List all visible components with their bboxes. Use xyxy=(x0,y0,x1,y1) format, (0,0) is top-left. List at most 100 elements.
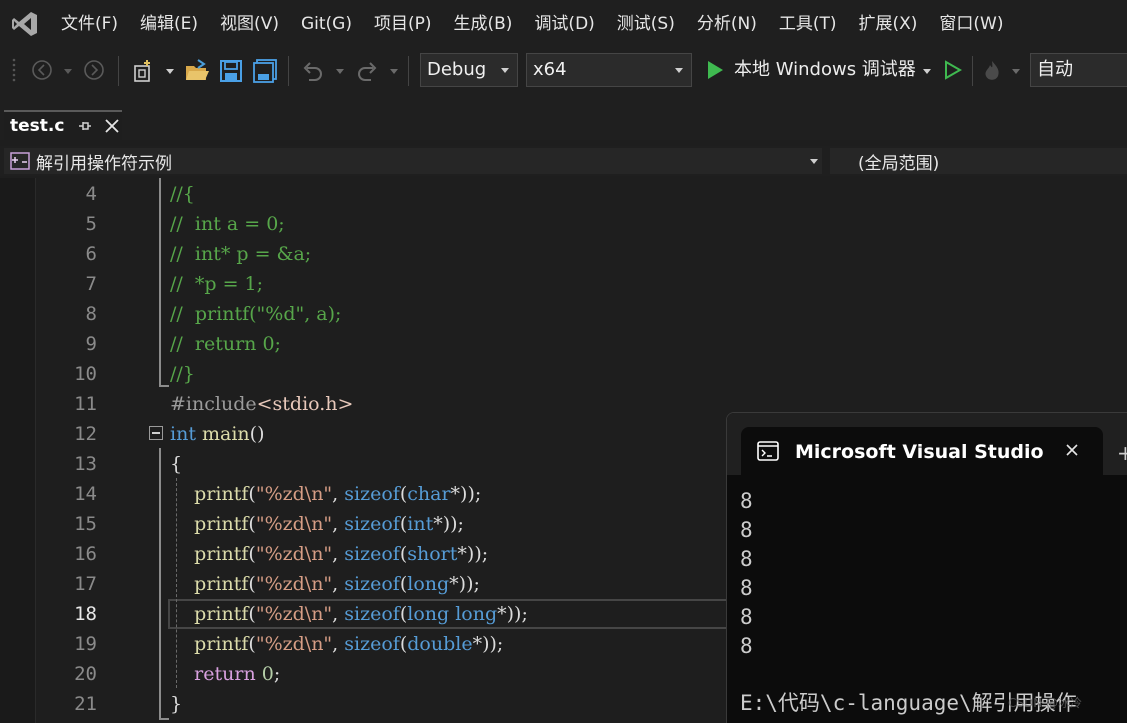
save-all-icon[interactable] xyxy=(252,57,278,85)
toolbar-grip-icon[interactable] xyxy=(10,56,18,86)
collapse-function-icon[interactable] xyxy=(149,426,163,440)
code-token: ( xyxy=(248,573,256,595)
start-debugging-icon[interactable] xyxy=(704,58,726,82)
close-tab-icon[interactable] xyxy=(104,118,120,134)
code-text[interactable]: printf("%zd\n", sizeof(int*)); xyxy=(170,509,464,539)
code-token: "%zd\n" xyxy=(255,483,333,505)
visual-studio-logo-icon[interactable] xyxy=(0,0,50,48)
console-tab[interactable]: Microsoft Visual Studio xyxy=(741,427,1103,475)
line-number: 15 xyxy=(74,513,97,535)
code-line[interactable]: 4 //{ xyxy=(0,179,1127,209)
navigate-forward-icon[interactable] xyxy=(82,58,106,82)
menu-view[interactable]: 视图(V) xyxy=(209,0,290,48)
code-line[interactable]: 10 //} xyxy=(0,359,1127,389)
solution-configuration-combo[interactable]: Debug xyxy=(420,53,518,87)
line-number: 13 xyxy=(74,453,97,475)
code-text[interactable]: // return 0; xyxy=(170,329,281,359)
comment-block-guide xyxy=(159,178,161,387)
pin-tab-icon[interactable] xyxy=(78,119,92,133)
code-text[interactable]: //} xyxy=(170,359,195,389)
configuration-value: Debug xyxy=(427,59,487,80)
code-token: printf xyxy=(194,483,249,505)
menu-project[interactable]: 项目(P) xyxy=(363,0,443,48)
code-text[interactable]: printf("%zd\n", sizeof(char*)); xyxy=(170,479,481,509)
code-text[interactable]: //{ xyxy=(170,179,195,209)
undo-icon[interactable] xyxy=(298,57,326,85)
chevron-down-icon xyxy=(501,68,509,73)
toolbar-separator xyxy=(118,56,119,86)
menu-extensions[interactable]: 扩展(X) xyxy=(848,0,929,48)
menu-file[interactable]: 文件(F) xyxy=(50,0,129,48)
menu-analyze[interactable]: 分析(N) xyxy=(686,0,768,48)
standard-toolbar: Debug x64 本地 Windows 调试器 自动 xyxy=(0,48,1127,94)
hot-reload-dropdown-caret-icon[interactable] xyxy=(1012,69,1020,74)
console-output-line: 8 xyxy=(740,576,753,600)
solution-platform-combo[interactable]: x64 xyxy=(526,53,692,87)
menu-debug[interactable]: 调试(D) xyxy=(523,0,605,48)
new-project-icon[interactable] xyxy=(130,57,158,85)
code-token: 0 xyxy=(261,663,274,685)
line-number: 12 xyxy=(74,423,97,445)
member-scope-dropdown[interactable]: (全局范围) xyxy=(830,148,1127,174)
code-token: *)); xyxy=(472,633,504,655)
scope-dropdown[interactable]: 解引用操作符示例 xyxy=(4,148,822,174)
code-text[interactable]: return 0; xyxy=(170,659,280,689)
new-console-tab-icon[interactable]: + xyxy=(1117,441,1127,465)
tab-test-c[interactable]: test.c xyxy=(4,110,122,140)
code-text[interactable]: printf("%zd\n", sizeof(double*)); xyxy=(170,629,503,659)
close-console-tab-icon[interactable] xyxy=(1061,439,1083,461)
save-icon[interactable] xyxy=(218,57,244,85)
menu-build[interactable]: 生成(B) xyxy=(443,0,524,48)
code-token: *)); xyxy=(449,573,480,595)
code-text[interactable]: printf("%zd\n", sizeof(long long*)); xyxy=(170,599,528,629)
code-token: , xyxy=(332,603,345,625)
code-token: return xyxy=(194,663,256,685)
code-line[interactable]: 8 // printf("%d", a); xyxy=(0,299,1127,329)
code-text[interactable]: } xyxy=(170,689,182,719)
hot-reload-icon[interactable] xyxy=(980,57,1004,85)
open-file-icon[interactable] xyxy=(184,57,210,85)
start-debugger-button[interactable]: 本地 Windows 调试器 xyxy=(734,58,916,82)
console-titlebar[interactable]: Microsoft Visual Studio + xyxy=(727,413,1127,475)
start-without-debugging-icon[interactable] xyxy=(942,58,964,82)
code-text[interactable]: // int a = 0; xyxy=(170,209,285,239)
code-token: , xyxy=(332,573,345,595)
code-line[interactable]: 9 // return 0; xyxy=(0,329,1127,359)
menu-git[interactable]: Git(G) xyxy=(290,0,363,48)
redo-icon[interactable] xyxy=(354,57,382,85)
debug-console-window[interactable]: Microsoft Visual Studio + 8 8 8 8 8 8 E:… xyxy=(726,412,1127,723)
code-token: long long xyxy=(407,603,498,625)
back-dropdown-caret-icon[interactable] xyxy=(64,69,72,74)
code-token: "%zd\n" xyxy=(255,513,333,535)
toolbar-separator xyxy=(288,56,289,86)
code-line[interactable]: 6 // int* p = &a; xyxy=(0,239,1127,269)
code-line[interactable]: 5 // int a = 0; xyxy=(0,209,1127,239)
debugger-target-dropdown-caret-icon[interactable] xyxy=(923,69,931,74)
auto-combo[interactable]: 自动 xyxy=(1030,53,1127,87)
code-token: // int a = 0; xyxy=(170,213,285,235)
code-text[interactable]: // printf("%d", a); xyxy=(170,299,341,329)
new-item-dropdown-caret-icon[interactable] xyxy=(166,69,174,74)
code-text[interactable]: // *p = 1; xyxy=(170,269,263,299)
code-text[interactable]: #include<stdio.h> xyxy=(170,389,353,419)
line-number: 4 xyxy=(85,183,97,205)
menu-tools[interactable]: 工具(T) xyxy=(768,0,848,48)
code-text[interactable]: printf("%zd\n", sizeof(short*)); xyxy=(170,539,488,569)
code-text[interactable]: // int* p = &a; xyxy=(170,239,311,269)
code-line[interactable]: 7 // *p = 1; xyxy=(0,269,1127,299)
navigate-back-icon[interactable] xyxy=(30,58,54,82)
console-output-line: 8 xyxy=(740,547,753,571)
line-number: 18 xyxy=(74,603,97,625)
menu-window[interactable]: 窗口(W) xyxy=(928,0,1014,48)
code-text[interactable]: printf("%zd\n", sizeof(long*)); xyxy=(170,569,480,599)
undo-dropdown-caret-icon[interactable] xyxy=(336,69,344,74)
redo-dropdown-caret-icon[interactable] xyxy=(390,69,398,74)
code-token: "%zd\n" xyxy=(255,633,333,655)
code-token: sizeof xyxy=(344,513,400,535)
code-text[interactable]: int main() xyxy=(170,419,265,449)
menu-edit[interactable]: 编辑(E) xyxy=(129,0,209,48)
code-text[interactable]: { xyxy=(170,449,182,479)
menu-test[interactable]: 测试(S) xyxy=(606,0,686,48)
